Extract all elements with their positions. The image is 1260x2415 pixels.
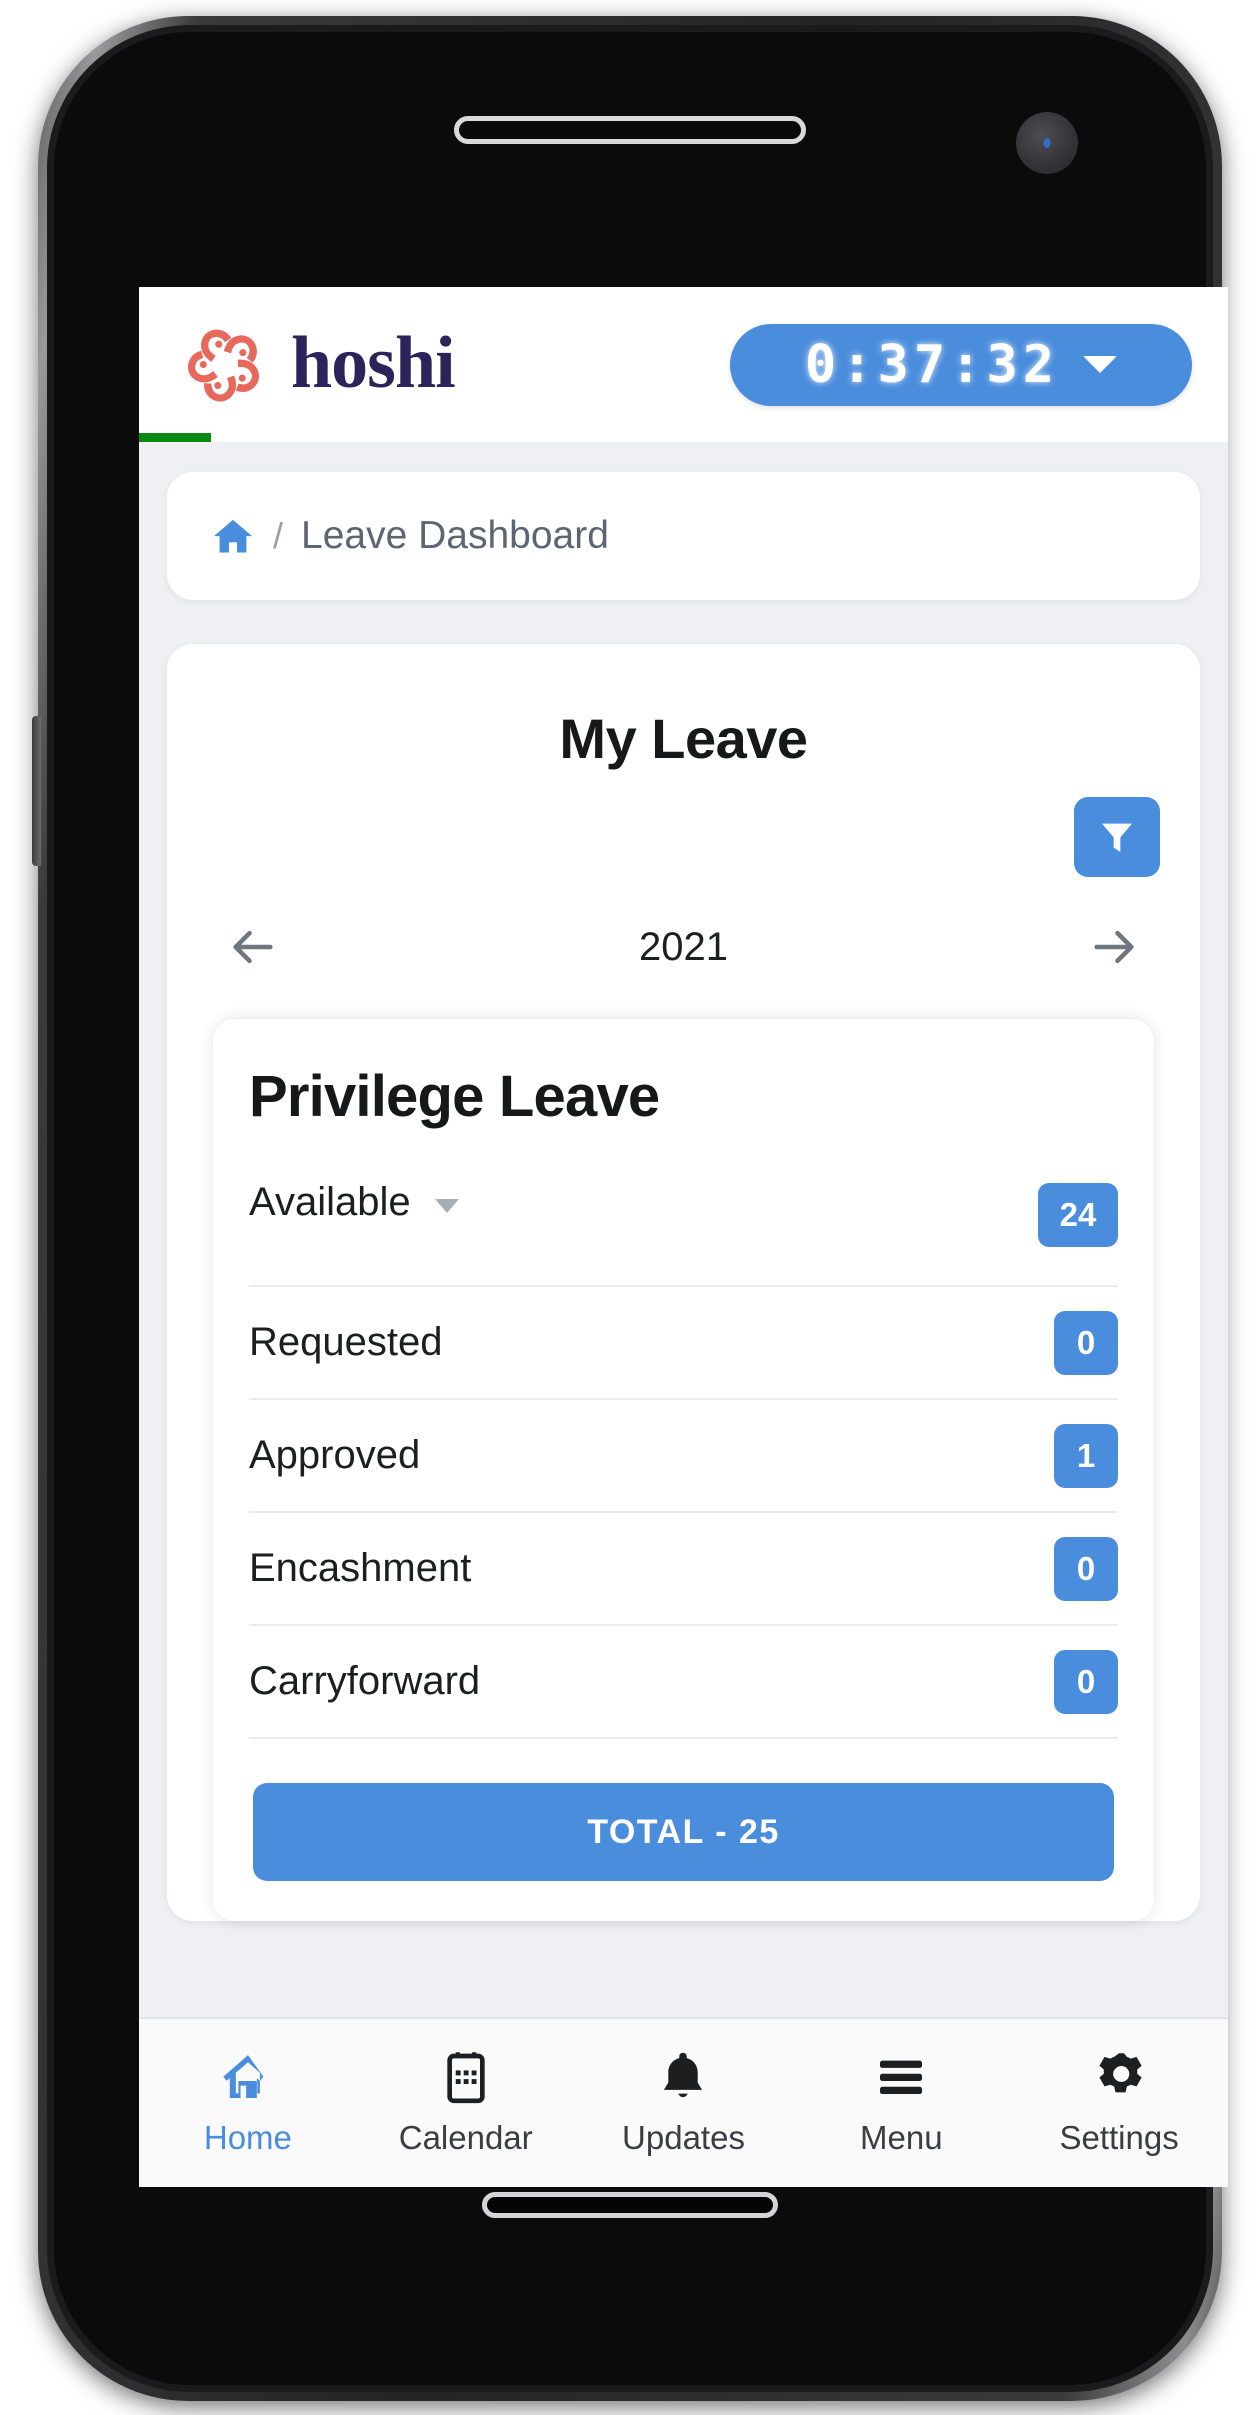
hoshi-star-logo-icon (188, 329, 260, 402)
chevron-down-icon[interactable] (434, 1198, 459, 1213)
leave-row-carryforward[interactable]: Carryforward 0 (249, 1626, 1118, 1739)
leave-row-value: 0 (1054, 1310, 1118, 1375)
bottom-navigation: Home Calendar Updates Menu Settings (139, 2017, 1228, 2187)
breadcrumb-current: Leave Dashboard (301, 514, 609, 557)
home-indicator-bar (482, 2192, 778, 2218)
home-icon[interactable] (211, 514, 255, 558)
work-timer-pill[interactable]: 0:37:32 (730, 323, 1192, 406)
funnel-icon (1102, 823, 1132, 852)
brand[interactable]: hoshi (173, 313, 456, 417)
nav-item-menu[interactable]: Menu (792, 2049, 1010, 2157)
leave-row-value: 0 (1054, 1649, 1118, 1714)
nav-label: Menu (860, 2119, 943, 2156)
breadcrumb: / Leave Dashboard (167, 472, 1200, 600)
page-title: My Leave (559, 707, 808, 770)
arrow-left-icon (233, 930, 273, 964)
leave-row-value: 0 (1054, 1536, 1118, 1601)
total-button[interactable]: TOTAL - 25 (253, 1783, 1114, 1881)
home-icon (223, 2055, 264, 2098)
phone-side-button-left[interactable] (32, 716, 41, 866)
timer-value: 0:37:32 (804, 334, 1060, 395)
nav-item-updates[interactable]: Updates (575, 2049, 793, 2157)
leave-row-label: Encashment (249, 1546, 472, 1590)
chevron-down-icon[interactable] (1083, 356, 1118, 373)
leave-row-requested[interactable]: Requested 0 (249, 1287, 1118, 1400)
leave-row-encashment[interactable]: Encashment 0 (249, 1513, 1118, 1626)
filter-row (207, 797, 1160, 877)
leave-row-value: 24 (1038, 1183, 1118, 1247)
leave-row-label: Approved (249, 1433, 421, 1477)
hamburger-icon (880, 2060, 923, 2095)
phone-screen-housing: hoshi 0:37:32 / Leave Dashboard My Leave… (54, 32, 1228, 2385)
leave-row-label: Requested (249, 1320, 443, 1364)
app-screen: hoshi 0:37:32 / Leave Dashboard My Leave… (139, 287, 1228, 2187)
front-camera-icon (1016, 112, 1078, 174)
page-body: / Leave Dashboard My Leave 2021 Privileg… (139, 442, 1228, 2017)
leave-row-label: Carryforward (249, 1659, 481, 1703)
next-year-button[interactable] (1086, 919, 1142, 975)
nav-label: Calendar (398, 2119, 533, 2156)
leave-row-label: Available (249, 1180, 459, 1225)
nav-item-home[interactable]: Home (139, 2049, 357, 2157)
leave-row-value: 1 (1054, 1423, 1118, 1488)
leave-row-available[interactable]: Available 24 (249, 1174, 1118, 1287)
nav-item-calendar[interactable]: Calendar (357, 2049, 575, 2157)
total-row: TOTAL - 25 (249, 1739, 1118, 1921)
earpiece-speaker-icon (454, 116, 806, 144)
nav-item-settings[interactable]: Settings (1010, 2049, 1228, 2157)
phone-bezel: hoshi 0:37:32 / Leave Dashboard My Leave… (47, 25, 1228, 2392)
year-navigator: 2021 (207, 919, 1160, 975)
phone-frame: hoshi 0:37:32 / Leave Dashboard My Leave… (32, 16, 1228, 2401)
nav-label: Updates (622, 2119, 745, 2156)
brand-name: hoshi (291, 321, 456, 404)
leave-type-card: Privilege Leave Available 24 Requested 0… (213, 1019, 1154, 1921)
app-header: hoshi 0:37:32 (139, 287, 1228, 442)
leave-row-approved[interactable]: Approved 1 (249, 1400, 1118, 1513)
my-leave-card: My Leave 2021 Privilege Leave Available … (167, 644, 1200, 1921)
leave-type-title: Privilege Leave (249, 1064, 660, 1129)
filter-button[interactable] (1074, 797, 1160, 877)
gear-icon (1099, 2053, 1142, 2093)
breadcrumb-separator: / (273, 515, 284, 556)
arrow-right-icon (1094, 930, 1134, 964)
leave-row-label-text: Available (249, 1180, 411, 1224)
nav-label: Home (203, 2119, 292, 2156)
bell-icon (664, 2052, 703, 2098)
screenshot-stage: hoshi 0:37:32 / Leave Dashboard My Leave… (0, 0, 1260, 2415)
year-label: 2021 (639, 924, 728, 969)
nav-label: Settings (1059, 2119, 1179, 2156)
calendar-icon (447, 2052, 485, 2104)
loading-progress-bar (139, 433, 211, 442)
previous-year-button[interactable] (225, 919, 281, 975)
